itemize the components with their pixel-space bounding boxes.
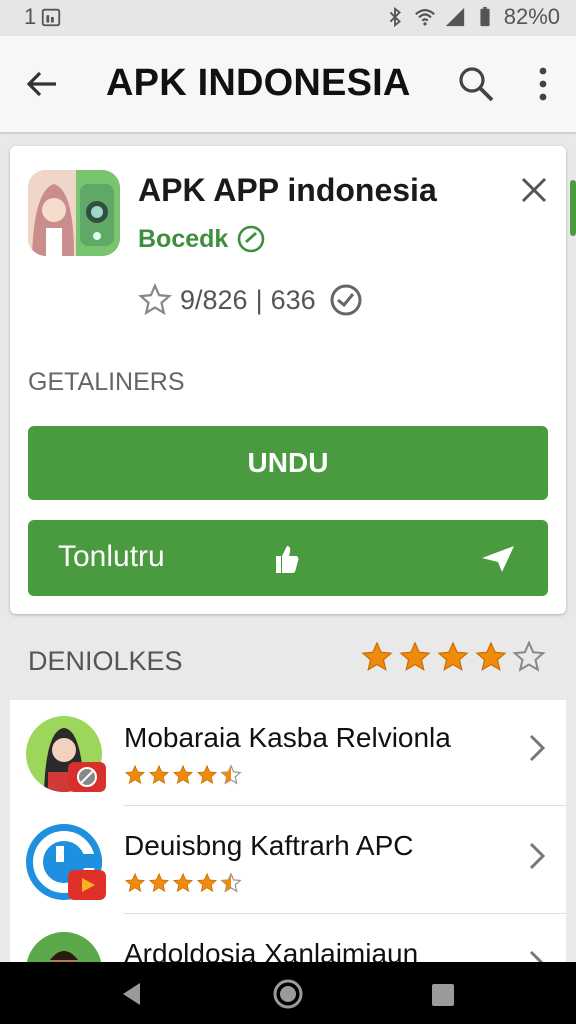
section-header: DENIOLKES [28, 646, 183, 676]
star-filled-icon [148, 764, 170, 785]
nav-back-icon[interactable] [118, 980, 146, 1008]
send-icon [482, 546, 514, 572]
app-icon [28, 170, 120, 256]
developer-name[interactable]: Bocedk [138, 225, 228, 254]
star-half-icon [220, 764, 242, 785]
list-item[interactable]: Deuisbng Kaftrarh APC [10, 808, 566, 914]
page-title: APK INDONESIA [106, 62, 411, 104]
nav-home-icon[interactable] [272, 978, 304, 1010]
download-button-label: UNDU [247, 447, 329, 478]
app-badge-icon [68, 870, 106, 900]
chevron-right-icon[interactable] [526, 732, 548, 764]
star-filled-icon [437, 641, 469, 671]
star-half-icon [220, 872, 242, 893]
close-icon[interactable] [520, 176, 548, 204]
star-filled-icon [196, 764, 218, 785]
app-bar: APK INDONESIA [0, 36, 576, 134]
wifi-icon [414, 9, 435, 26]
list-item-title: Deuisbng Kaftrarh APC [124, 830, 414, 861]
star-filled-icon [148, 872, 170, 893]
rating-text: 9/826 [180, 284, 248, 315]
app-icon-image [28, 170, 120, 256]
status-left-text: 1 [24, 4, 37, 29]
signal-icon [445, 7, 464, 27]
chevron-right-icon[interactable] [526, 840, 548, 872]
star-outline-icon [138, 283, 172, 316]
more-vert-icon[interactable] [530, 64, 556, 104]
back-arrow-icon[interactable] [22, 64, 62, 104]
downloads-text: 636 [270, 284, 316, 315]
bluetooth-icon [389, 6, 401, 28]
star-filled-icon [399, 641, 431, 671]
list-item-rating [124, 872, 242, 894]
developer-link[interactable]: Bocedk [138, 224, 266, 254]
star-filled-icon [196, 872, 218, 893]
stats-divider: | [255, 284, 263, 315]
battery-text: 82%0 [503, 4, 560, 29]
list-item[interactable]: Mobaraia Kasba Relvionla [10, 700, 566, 806]
search-icon[interactable] [456, 64, 496, 104]
system-nav-bar [0, 962, 576, 1024]
divider [124, 913, 566, 914]
clock-icon [330, 284, 362, 316]
star-outline-icon [512, 640, 546, 672]
thumb-up-icon [276, 546, 299, 573]
list-item-rating [124, 764, 242, 786]
app-name: APK APP indonesia [138, 172, 437, 208]
status-bar: 1 82%0 [0, 0, 576, 36]
share-button[interactable]: Tonlutru [28, 520, 548, 596]
app-badge-icon [68, 762, 106, 792]
star-filled-icon [172, 872, 194, 893]
app-stats: 9/826 | 636 [138, 282, 364, 318]
calendar-icon [42, 8, 61, 27]
app-detail-card: APK APP indonesia Bocedk 9/826 | 636 GET… [10, 146, 566, 614]
details-label: GETALINERS [28, 368, 185, 396]
section-rating [360, 640, 546, 674]
status-left: 1 [24, 4, 62, 30]
scroll-indicator [570, 180, 576, 236]
share-button-label: Tonlutru [58, 540, 165, 573]
status-right: 82%0 [384, 4, 560, 30]
divider [124, 805, 566, 806]
download-button[interactable]: UNDU [28, 426, 548, 500]
nav-recents-icon[interactable] [430, 982, 456, 1008]
star-filled-icon [124, 872, 146, 893]
star-filled-icon [172, 764, 194, 785]
battery-icon [480, 6, 490, 27]
verified-icon [238, 225, 265, 253]
app-list: Mobaraia Kasba Relvionla Deuisbng Kaftra… [10, 700, 566, 1008]
star-filled-icon [124, 764, 146, 785]
list-item-title: Mobaraia Kasba Relvionla [124, 722, 451, 753]
star-filled-icon [475, 641, 507, 671]
star-filled-icon [361, 641, 393, 671]
